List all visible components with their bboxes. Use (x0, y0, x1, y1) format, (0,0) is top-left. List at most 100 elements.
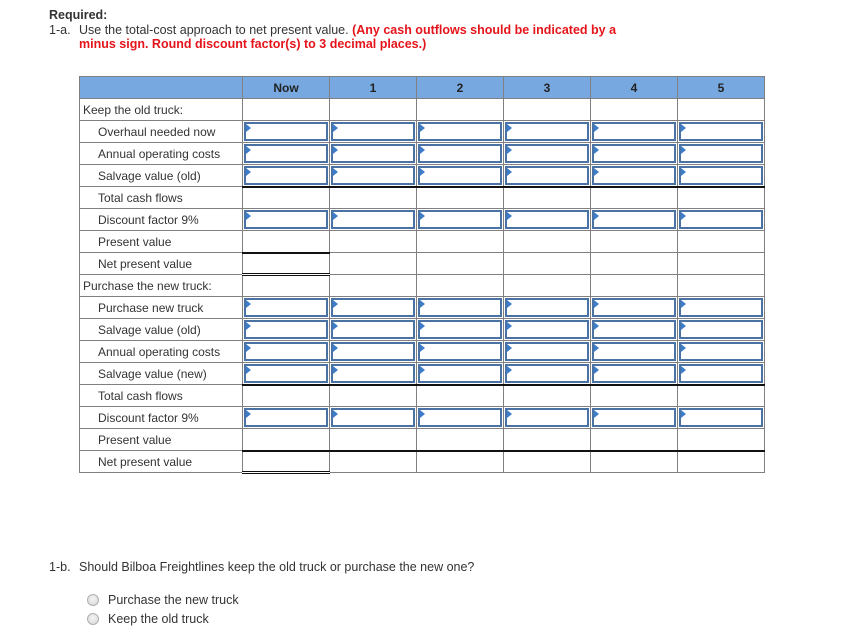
amount-input[interactable] (679, 408, 763, 427)
cell (677, 362, 765, 385)
amount-input[interactable] (244, 298, 328, 317)
cell (242, 428, 330, 451)
cell (329, 274, 417, 297)
cell (590, 98, 678, 121)
cell (329, 406, 417, 429)
amount-input[interactable] (505, 320, 589, 339)
cell (416, 230, 504, 253)
amount-input[interactable] (418, 342, 502, 361)
cell (590, 362, 678, 385)
header-period-2: 1 (329, 76, 417, 99)
cell (329, 120, 417, 143)
header-period-3: 2 (416, 76, 504, 99)
amount-input[interactable] (331, 210, 415, 229)
amount-input[interactable] (244, 320, 328, 339)
amount-input[interactable] (331, 320, 415, 339)
amount-input[interactable] (331, 166, 415, 185)
amount-input[interactable] (592, 408, 676, 427)
row-label: Present value (79, 230, 243, 253)
amount-input[interactable] (244, 166, 328, 185)
amount-input[interactable] (505, 408, 589, 427)
amount-input[interactable] (418, 166, 502, 185)
radio-button[interactable] (87, 594, 99, 606)
question-1a: 1-a. Use the total-cost approach to net p… (49, 23, 669, 51)
cell (416, 164, 504, 187)
amount-input[interactable] (592, 122, 676, 141)
amount-input[interactable] (244, 144, 328, 163)
row-label: Present value (79, 428, 243, 451)
cell (677, 98, 765, 121)
amount-input[interactable] (418, 210, 502, 229)
cell (329, 208, 417, 231)
amount-input[interactable] (418, 408, 502, 427)
amount-input[interactable] (244, 342, 328, 361)
cell (329, 340, 417, 363)
cell (590, 120, 678, 143)
amount-input[interactable] (592, 166, 676, 185)
cell (503, 274, 591, 297)
option-label[interactable]: Keep the old truck (108, 612, 209, 626)
table-row: Present value (79, 230, 765, 253)
radio-button[interactable] (87, 613, 99, 625)
option-label[interactable]: Purchase the new truck (108, 593, 239, 607)
amount-input[interactable] (505, 210, 589, 229)
cell (590, 449, 678, 473)
amount-input[interactable] (505, 364, 589, 383)
row-label: Net present value (79, 252, 243, 275)
cell (590, 296, 678, 319)
cell (329, 185, 417, 209)
amount-input[interactable] (505, 298, 589, 317)
amount-input[interactable] (592, 342, 676, 361)
amount-input[interactable] (505, 122, 589, 141)
amount-input[interactable] (244, 364, 328, 383)
cell (503, 185, 591, 209)
amount-input[interactable] (331, 408, 415, 427)
amount-input[interactable] (592, 298, 676, 317)
amount-input[interactable] (418, 144, 502, 163)
required-heading: Required: (49, 8, 108, 22)
option-purchase-new-truck[interactable]: Purchase the new truck (87, 593, 239, 607)
option-keep-old-truck[interactable]: Keep the old truck (87, 612, 209, 626)
amount-input[interactable] (679, 210, 763, 229)
cell (677, 230, 765, 253)
amount-input[interactable] (679, 166, 763, 185)
amount-input[interactable] (679, 364, 763, 383)
amount-input[interactable] (244, 408, 328, 427)
cell (416, 142, 504, 165)
amount-input[interactable] (592, 210, 676, 229)
amount-input[interactable] (418, 320, 502, 339)
amount-input[interactable] (244, 122, 328, 141)
amount-input[interactable] (679, 342, 763, 361)
amount-input[interactable] (418, 364, 502, 383)
amount-input[interactable] (331, 364, 415, 383)
amount-input[interactable] (505, 144, 589, 163)
amount-input[interactable] (418, 122, 502, 141)
cell (329, 164, 417, 187)
amount-input[interactable] (331, 342, 415, 361)
amount-input[interactable] (244, 210, 328, 229)
cell (242, 274, 330, 297)
amount-input[interactable] (679, 298, 763, 317)
cell (329, 449, 417, 473)
amount-input[interactable] (505, 166, 589, 185)
cell (242, 98, 330, 121)
amount-input[interactable] (331, 298, 415, 317)
amount-input[interactable] (679, 320, 763, 339)
header-label-column (79, 76, 243, 99)
amount-input[interactable] (505, 342, 589, 361)
amount-input[interactable] (331, 122, 415, 141)
amount-input[interactable] (418, 298, 502, 317)
amount-input[interactable] (592, 320, 676, 339)
table-row: Total cash flows (79, 383, 765, 407)
question-1a-instruction-2: minus sign. Round discount factor(s) to … (79, 37, 427, 51)
amount-input[interactable] (679, 122, 763, 141)
row-label: Purchase the new truck: (79, 274, 243, 297)
amount-input[interactable] (592, 144, 676, 163)
cell (242, 362, 330, 385)
cell (677, 142, 765, 165)
amount-input[interactable] (679, 144, 763, 163)
cell (677, 120, 765, 143)
cell (503, 383, 591, 407)
amount-input[interactable] (331, 144, 415, 163)
amount-input[interactable] (592, 364, 676, 383)
